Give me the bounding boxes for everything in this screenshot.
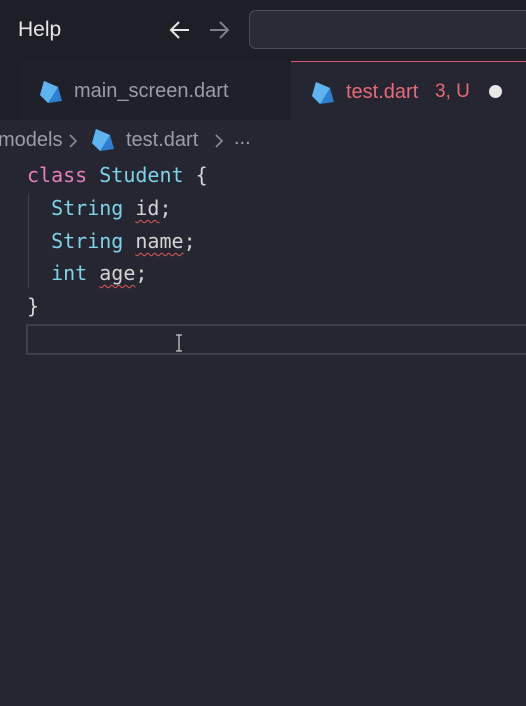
close-brace: } (27, 294, 40, 318)
field-name: age (99, 261, 136, 285)
type-name: String (51, 229, 124, 253)
text-cursor-icon (174, 334, 184, 356)
chevron-right-icon (68, 133, 78, 152)
code-line-1[interactable]: class Student { (27, 159, 208, 192)
type-name: int (51, 261, 88, 285)
menu-help[interactable]: Help (18, 18, 61, 42)
editor-tab-bar: main_screen.dart test.dart 3, U (0, 61, 526, 120)
dart-file-icon (38, 79, 64, 109)
breadcrumb-folder[interactable]: models (0, 129, 62, 152)
class-name: Student (99, 163, 184, 187)
semicolon: ; (135, 261, 148, 285)
unsaved-dot-icon[interactable] (489, 85, 502, 98)
type-name: String (51, 196, 124, 220)
arrow-left-icon[interactable] (168, 18, 192, 46)
keyword: class (27, 163, 88, 187)
field-name: name (135, 229, 184, 253)
code-line-5[interactable]: } (27, 290, 39, 323)
command-center-search[interactable] (249, 10, 526, 49)
problem-count-badge: 3, U (435, 81, 470, 102)
breadcrumb-file[interactable]: test.dart (126, 129, 198, 152)
title-bar: Help (0, 0, 526, 61)
arrow-right-icon[interactable] (207, 18, 231, 46)
field-name: id (135, 196, 160, 220)
code-line-4[interactable]: int age; (27, 257, 147, 290)
chevron-right-icon (214, 133, 224, 152)
code-line-3[interactable]: String name; (27, 225, 196, 258)
open-brace: { (195, 163, 208, 187)
dart-file-icon (90, 127, 116, 157)
dart-file-icon (310, 80, 336, 110)
tab-main-screen-dart[interactable]: main_screen.dart (20, 61, 291, 120)
breadcrumb-symbol[interactable]: ... (234, 127, 251, 150)
tab-label: main_screen.dart (74, 80, 229, 102)
current-line-highlight[interactable] (26, 324, 526, 355)
semicolon: ; (183, 229, 196, 253)
breadcrumb: models test.dart ... (0, 120, 526, 158)
semicolon: ; (159, 196, 172, 220)
tab-label: test.dart (346, 81, 419, 103)
code-line-2[interactable]: String id; (27, 192, 172, 225)
tab-test-dart[interactable]: test.dart 3, U (291, 61, 526, 120)
